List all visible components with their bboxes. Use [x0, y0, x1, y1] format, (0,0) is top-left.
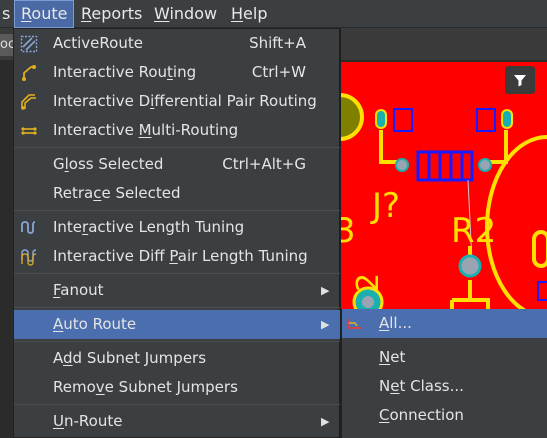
auto-route-submenu: All... Net Net Class... Connection: [341, 309, 547, 438]
menu-item-diff-pair-routing[interactable]: Interactive Differential Pair Routing: [14, 87, 340, 116]
submenu-arrow-icon: ▶: [321, 284, 330, 297]
pcb-label-r2: R2: [451, 211, 496, 251]
menu-item-label: Add Subnet Jumpers: [53, 349, 207, 367]
menu-separator: [14, 307, 340, 308]
menu-item-gloss-selected[interactable]: Gloss Selected Ctrl+Alt+G: [14, 150, 340, 179]
menu-item-diff-pair-length-tuning[interactable]: Interactive Diff Pair Length Tuning: [14, 242, 340, 271]
submenu-item-all[interactable]: All...: [342, 309, 547, 338]
multi-routing-icon: [21, 127, 37, 135]
route-menu: ActiveRoute Shift+A Interactive Routing …: [13, 28, 341, 438]
menu-separator: [14, 210, 340, 211]
filter-icon: [514, 75, 526, 87]
menu-bar: s Route Reports Window Help: [0, 0, 547, 28]
menu-item-shortcut: Ctrl+Alt+G: [222, 155, 306, 173]
menu-route-rest: oute: [31, 4, 68, 23]
menu-item-label: Retrace Selected: [53, 184, 181, 202]
menu-item-label: ActiveRoute: [53, 34, 143, 52]
menu-item-label: Interactive Differential Pair Routing: [53, 92, 317, 110]
menu-item-auto-route[interactable]: Auto Route ▶: [14, 310, 340, 339]
menu-item-label: Interactive Length Tuning: [53, 218, 245, 236]
menu-route-key: R: [21, 4, 32, 23]
menu-window[interactable]: Window: [148, 0, 223, 28]
menu-separator: [14, 147, 340, 148]
interactive-routing-icon: [22, 65, 36, 81]
document-tab[interactable]: oc: [0, 34, 14, 56]
menu-item-shortcut: Shift+A: [249, 34, 306, 52]
submenu-item-label: Net Class...: [379, 377, 464, 395]
submenu-item-net-class[interactable]: Net Class...: [342, 372, 547, 401]
menu-item-active-route[interactable]: ActiveRoute Shift+A: [14, 29, 340, 58]
active-route-icon: [20, 35, 38, 53]
menu-item-multi-routing[interactable]: Interactive Multi-Routing: [14, 116, 340, 145]
menu-item-shortcut: Ctrl+W: [251, 63, 306, 81]
menu-separator: [14, 273, 340, 274]
menu-route[interactable]: Route: [14, 0, 75, 28]
length-tuning-icon: [21, 221, 36, 234]
submenu-item-connection[interactable]: Connection: [342, 401, 547, 430]
submenu-arrow-icon: ▶: [321, 318, 330, 331]
menu-help[interactable]: Help: [225, 0, 273, 28]
menu-item-remove-subnet-jumpers[interactable]: Remove Subnet Jumpers: [14, 373, 340, 402]
auto-route-all-icon: [348, 319, 361, 329]
menu-item-add-subnet-jumpers[interactable]: Add Subnet Jumpers: [14, 344, 340, 373]
menu-item-label: Gloss Selected: [53, 155, 164, 173]
menu-item-label: Remove Subnet Jumpers: [53, 378, 238, 396]
submenu-item-net[interactable]: Net: [342, 343, 547, 372]
pcb-label-j: J?: [370, 186, 400, 226]
menu-item-interactive-routing[interactable]: Interactive Routing Ctrl+W: [14, 58, 340, 87]
menu-item-label: Fanout: [53, 281, 104, 299]
menu-item-retrace-selected[interactable]: Retrace Selected: [14, 179, 340, 208]
pcb-label-3: 3: [340, 211, 356, 251]
menu-item-label: Interactive Multi-Routing: [53, 121, 239, 139]
menu-item-fanout[interactable]: Fanout ▶: [14, 276, 340, 305]
menu-item-label: Interactive Diff Pair Length Tuning: [53, 247, 308, 265]
menu-reports[interactable]: Reports: [75, 0, 148, 28]
diff-pair-routing-icon: [21, 94, 36, 110]
menu-item-length-tuning[interactable]: Interactive Length Tuning: [14, 213, 340, 242]
submenu-item-label: Connection: [379, 406, 464, 424]
menu-item-label: Auto Route: [53, 315, 137, 333]
diff-pair-length-tuning-icon: [21, 249, 37, 266]
menu-item-un-route[interactable]: Un-Route ▶: [14, 407, 340, 436]
menu-separator: [14, 341, 340, 342]
filter-button[interactable]: [505, 66, 535, 94]
menu-separator: [14, 404, 340, 405]
menu-item-label: Interactive Routing: [53, 63, 197, 81]
menu-item-label: Un-Route: [53, 412, 123, 430]
submenu-item-label: Net: [379, 348, 406, 366]
submenu-arrow-icon: ▶: [321, 415, 330, 428]
submenu-item-label: All...: [379, 314, 412, 332]
